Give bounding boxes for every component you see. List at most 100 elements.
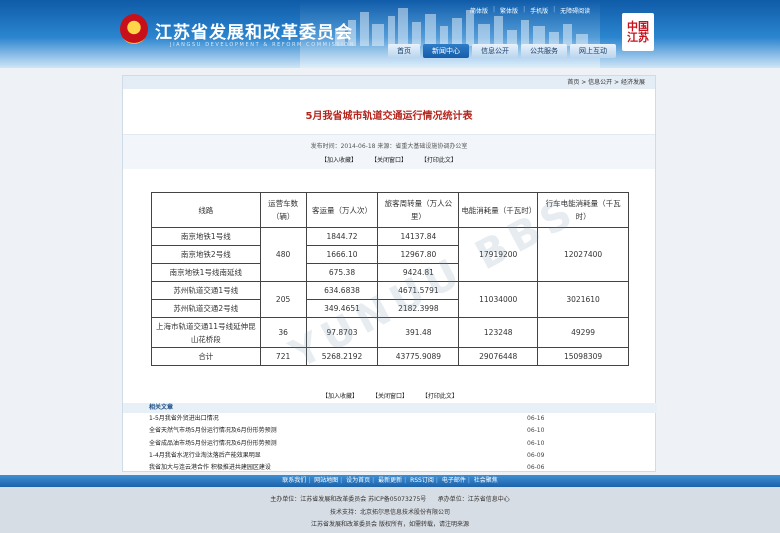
cell-passengers: 97.8703 xyxy=(305,317,379,348)
top-link-traditional[interactable]: 繁体版 xyxy=(500,6,518,15)
cell-line: 苏州轨道交通2号线 xyxy=(151,299,261,318)
col-header-energy: 电能消耗量（千瓦时） xyxy=(458,192,539,228)
article-panel: 首页 > 信息公开 > 经济发展 5月我省城市轨道交通运行情况统计表 发布时间：… xyxy=(122,75,657,474)
cell-line: 南京地铁1号线南延线 xyxy=(151,263,261,282)
separator: | xyxy=(435,477,438,484)
cell-cars: 36 xyxy=(259,317,307,348)
site-header: 江苏省发展和改革委员会 JIANGSU DEVELOPMENT & REFORM… xyxy=(0,0,780,68)
col-header-passengers: 客运量（万人次） xyxy=(305,192,379,228)
stats-table: 线路 运营车数（辆） 客运量（万人次） 旅客周转量（万人公里） 电能消耗量（千瓦… xyxy=(151,192,629,366)
related-item-title[interactable]: 全省成品油市场5月份运行情况及6月份形势预测 xyxy=(149,440,277,447)
footer-link-sitemap[interactable]: 网站地图 xyxy=(314,477,338,484)
main-nav: 首页 新闻中心 信息公开 公共服务 网上互动 xyxy=(388,44,616,58)
cell-cars: 480 xyxy=(259,227,307,282)
article-actions-bottom: 【加入收藏】 【关闭窗口】 【打印此文】 xyxy=(123,391,657,400)
nav-tab-home[interactable]: 首页 xyxy=(388,44,420,58)
related-item-title[interactable]: 我省加大与连云港合作 积极推进共建园区建设 xyxy=(149,464,271,471)
cell-line: 南京地铁1号线 xyxy=(151,227,261,246)
footer-link-contact[interactable]: 联系我们 xyxy=(282,477,306,484)
related-articles: 相关文章 1-5月我省外贸进出口情况 06-16 全省天然气市场5月份运行情况及… xyxy=(123,403,657,474)
cell-energy: 123248 xyxy=(458,317,539,348)
cell-line: 上海市轨道交通11号线延伸昆山花桥段 xyxy=(151,317,261,348)
table-row: 南京地铁1号线 480 1844.72 14137.84 17919200 12… xyxy=(151,227,629,282)
footer-link-email[interactable]: 电子邮件 xyxy=(442,477,466,484)
separator: | xyxy=(553,6,556,13)
top-link-accessible[interactable]: 无障碍阅读 xyxy=(560,6,590,15)
separator: | xyxy=(404,477,407,484)
breadcrumb: 首页 > 信息公开 > 经济发展 xyxy=(123,76,655,89)
close-window-link[interactable]: 【关闭窗口】 xyxy=(372,393,408,400)
china-jiangsu-logo: 中国 江苏 xyxy=(622,13,654,51)
top-link-simplified[interactable]: 简体版 xyxy=(470,6,488,15)
cell-turnover: 12967.80 xyxy=(377,245,460,264)
related-item[interactable]: 全省天然气市场5月份运行情况及6月份形势预测 06-10 xyxy=(123,425,657,437)
related-item[interactable]: 1-5月我省外贸进出口情况 06-16 xyxy=(123,413,657,425)
footer-operator: 承办单位：江苏省信息中心 xyxy=(437,496,510,503)
cell-passengers: 634.6838 xyxy=(305,281,379,300)
cell-total-label: 合计 xyxy=(151,347,261,366)
separator: | xyxy=(467,477,470,484)
close-window-link[interactable]: 【关闭窗口】 xyxy=(371,157,407,164)
print-article-link[interactable]: 【打印此文】 xyxy=(421,157,457,164)
cell-total-energy: 29076448 xyxy=(458,347,539,366)
cell-line: 南京地铁2号线 xyxy=(151,245,261,264)
separator: | xyxy=(523,6,526,13)
footer-sponsor: 主办单位：江苏省发展和改革委员会 苏ICP备05073275号 xyxy=(270,496,427,503)
table-row: 上海市轨道交通11号线延伸昆山花桥段 36 97.8703 391.48 123… xyxy=(151,317,629,348)
article-actions-top: 【加入收藏】 【关闭窗口】 【打印此文】 xyxy=(123,155,655,164)
related-item-date: 06-10 xyxy=(527,427,545,435)
footer-link-homepage[interactable]: 设为首页 xyxy=(346,477,370,484)
cell-turnover: 391.48 xyxy=(377,317,460,348)
related-item[interactable]: 1-4月我省水泥行业淘汰落后产能效果明显 06-09 xyxy=(123,450,657,462)
cell-drive-energy: 12027400 xyxy=(537,227,629,282)
article-meta: 发布时间：2014-06-18 来源：省重大基础设施协调办公室 xyxy=(310,143,468,150)
footer-copyright: 江苏省发展和改革委员会 版权所有，如需转载，请注明来源 xyxy=(311,521,469,528)
site-title-en: JIANGSU DEVELOPMENT & REFORM COMMISSION xyxy=(170,42,356,48)
cell-passengers: 349.4651 xyxy=(305,299,379,318)
table-header-row: 线路 运营车数（辆） 客运量（万人次） 旅客周转量（万人公里） 电能消耗量（千瓦… xyxy=(151,192,629,228)
nav-tab-interact[interactable]: 网上互动 xyxy=(570,44,616,58)
cell-passengers: 675.38 xyxy=(305,263,379,282)
col-header-cars: 运营车数（辆） xyxy=(259,192,307,228)
related-item-title[interactable]: 1-4月我省水泥行业淘汰落后产能效果明显 xyxy=(149,452,261,459)
separator: | xyxy=(308,477,311,484)
cell-energy: 11034000 xyxy=(458,281,539,318)
footer-link-latest[interactable]: 最新更新 xyxy=(378,477,402,484)
cell-total-passengers: 5268.2192 xyxy=(305,347,379,366)
related-item-date: 06-09 xyxy=(527,451,545,459)
table-total-row: 合计 721 5268.2192 43775.9089 29076448 150… xyxy=(151,347,629,366)
separator: | xyxy=(340,477,343,484)
add-favorite-link[interactable]: 【加入收藏】 xyxy=(321,157,357,164)
col-header-turnover: 旅客周转量（万人公里） xyxy=(377,192,460,228)
top-link-mobile[interactable]: 手机版 xyxy=(530,6,548,15)
nav-tab-service[interactable]: 公共服务 xyxy=(521,44,567,58)
article-title: 5月我省城市轨道交通运行情况统计表 xyxy=(305,111,473,122)
cell-drive-energy: 3021610 xyxy=(537,281,629,318)
related-item[interactable]: 全省成品油市场5月份运行情况及6月份形势预测 06-10 xyxy=(123,438,657,450)
related-item-title[interactable]: 1-5月我省外贸进出口情况 xyxy=(149,415,219,422)
separator: | xyxy=(372,477,375,484)
cell-turnover: 9424.81 xyxy=(377,263,460,282)
related-item-date: 06-06 xyxy=(527,464,545,472)
related-heading: 相关文章 xyxy=(123,403,657,413)
top-links: 简体版 | 繁体版 | 手机版 | 无障碍阅读 xyxy=(470,6,590,15)
separator: | xyxy=(493,6,496,13)
related-item[interactable]: 我省加大与连云港合作 积极推进共建园区建设 06-06 xyxy=(123,462,657,474)
cell-total-drive-energy: 15098309 xyxy=(537,347,629,366)
cell-turnover: 2182.3998 xyxy=(377,299,460,318)
nav-tab-news[interactable]: 新闻中心 xyxy=(423,44,469,58)
add-favorite-link[interactable]: 【加入收藏】 xyxy=(322,393,358,400)
related-item-date: 06-10 xyxy=(527,439,545,447)
table-row: 苏州轨道交通1号线 205 634.6838 4671.5791 1103400… xyxy=(151,281,629,318)
footer-link-focus[interactable]: 社会聚焦 xyxy=(474,477,498,484)
related-item-title[interactable]: 全省天然气市场5月份运行情况及6月份形势预测 xyxy=(149,427,277,434)
cell-line: 苏州轨道交通1号线 xyxy=(151,281,261,300)
footer-sponsor-line: 主办单位：江苏省发展和改革委员会 苏ICP备05073275号 承办单位：江苏省… xyxy=(0,494,780,503)
related-item-date: 06-16 xyxy=(527,415,545,422)
nav-tab-info[interactable]: 信息公开 xyxy=(472,44,518,58)
print-article-link[interactable]: 【打印此文】 xyxy=(422,393,458,400)
footer-link-rss[interactable]: RSS订阅 xyxy=(410,477,434,484)
national-emblem-icon xyxy=(120,14,148,44)
site-title: 江苏省发展和改革委员会 xyxy=(155,23,353,43)
cell-energy: 17919200 xyxy=(458,227,539,282)
